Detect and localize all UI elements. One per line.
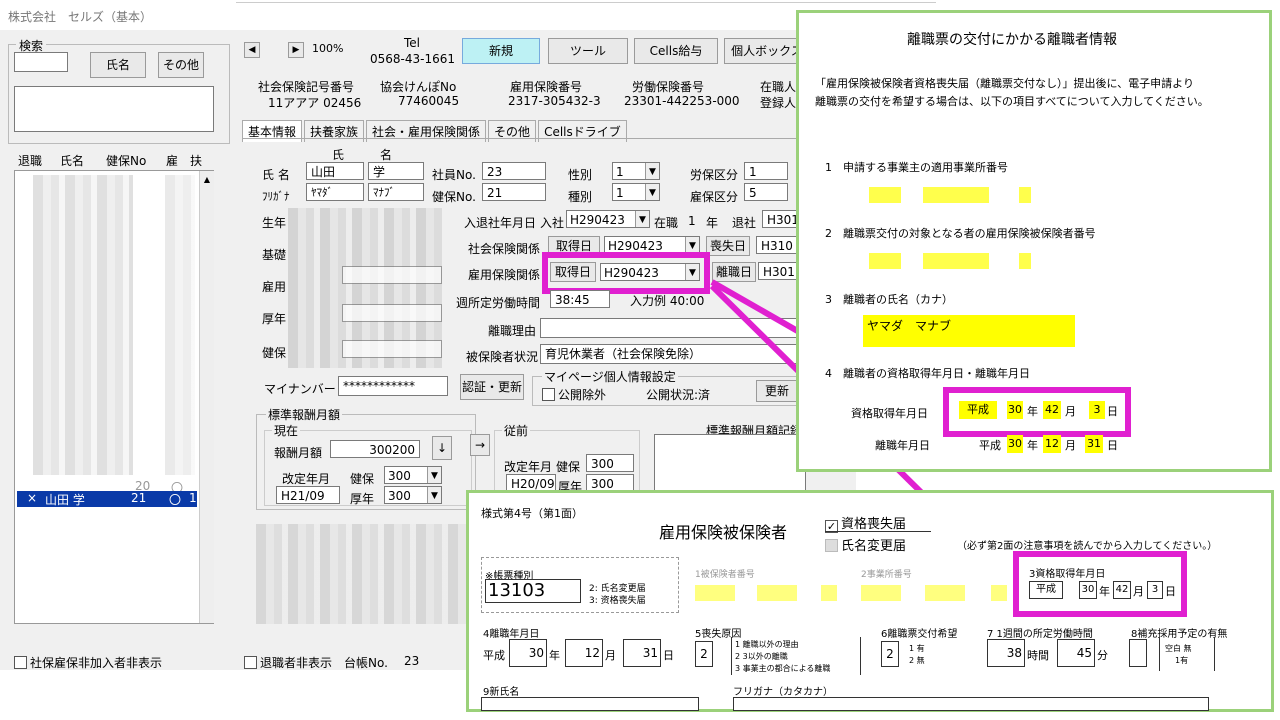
- form-f10-label: フリガナ（カタカナ）: [733, 687, 833, 698]
- form-note: （必ず第2面の注意事項を読んでから入力してください。）: [957, 541, 1218, 552]
- info-rishoku-label: 離職年月日: [875, 439, 930, 452]
- info-intro-2: 離職票の交付を希望する場合は、以下の項目すべてについて入力してください。: [815, 95, 1209, 108]
- info-shutoku-day[interactable]: 3: [1089, 401, 1105, 419]
- info-shutoku-d-suffix: 日: [1107, 405, 1118, 418]
- redacted-field: [991, 585, 1007, 601]
- info-rishoku-era: 平成: [979, 439, 1001, 452]
- form-check-namechange-label: 氏名変更届: [841, 539, 907, 554]
- info-item-3: 3 離職者の氏名（カナ）: [825, 293, 953, 306]
- info-item-1: 1 申請する事業主の適用事業所番号: [825, 161, 1008, 174]
- form-check-soshitsu-label: 資格喪失届: [841, 517, 907, 532]
- form-f4-d-suffix: 日: [663, 649, 674, 662]
- info-shutoku-m-suffix: 月: [1065, 405, 1076, 418]
- form-f2-label: 2事業所番号: [861, 570, 912, 580]
- info-item-4: 4 離職者の資格取得年月日・離職年月日: [825, 367, 1030, 380]
- form-f4-day[interactable]: 31: [623, 639, 661, 667]
- form-f3-y-suffix: 年: [1099, 585, 1110, 598]
- form-f4-month[interactable]: 12: [565, 639, 603, 667]
- form-f4-era: 平成: [483, 649, 505, 662]
- form-f5-input[interactable]: 2: [695, 641, 713, 667]
- info-item-2: 2 離職票交付の対象となる者の雇用保険被保険者番号: [825, 227, 1096, 240]
- form-f5-option-2: 2 3以外の離職: [735, 652, 788, 661]
- redacted-field: [695, 585, 735, 601]
- redacted-field: [1019, 253, 1031, 269]
- redacted-field: [861, 585, 901, 601]
- redacted-field: [925, 585, 965, 601]
- form-f8-input[interactable]: [1129, 639, 1147, 667]
- redacted-field: [821, 585, 837, 601]
- form-f7-hours-suffix: 時間: [1027, 649, 1049, 662]
- form-f7-minutes-suffix: 分: [1097, 649, 1108, 662]
- form-title: 雇用保険被保険者: [659, 523, 788, 542]
- redacted-field: [869, 253, 901, 269]
- form-f5-option-1: 1 離職以外の理由: [735, 640, 799, 649]
- form-f7-minutes[interactable]: 45: [1057, 639, 1095, 667]
- redacted-field: [923, 187, 989, 203]
- redacted-field: [757, 585, 797, 601]
- form-f6-input[interactable]: 2: [881, 641, 899, 667]
- form-f5-option-3: 3 事業主の都合による離職: [735, 664, 831, 673]
- form-check-divider: [825, 531, 931, 532]
- form-check-namechange[interactable]: 氏名変更届: [825, 535, 906, 554]
- form-f6-option-2: 2 無: [909, 656, 925, 665]
- info-rishoku-m-suffix: 月: [1065, 439, 1076, 452]
- chohyo-option-2: 3: 资格喪失届: [589, 596, 646, 606]
- koyo-form-panel: 様式第4号（第1面） 雇用保険被保険者 ✓ 資格喪失届 氏名変更届 （必ず第2面の…: [466, 490, 1274, 712]
- form-f4-label: 4離職年月日: [483, 629, 540, 640]
- form-f3-era[interactable]: 平成: [1029, 581, 1063, 599]
- redacted-field: [1019, 187, 1031, 203]
- info-shutoku-month[interactable]: 42: [1043, 401, 1061, 419]
- form-f3-day[interactable]: 3: [1147, 581, 1163, 599]
- form-f4-m-suffix: 月: [605, 649, 616, 662]
- form-f10-input[interactable]: [733, 697, 1209, 711]
- kana-name-field[interactable]: ヤマダ マナブ: [863, 315, 1075, 347]
- form-f9-label: 9新氏名: [483, 687, 520, 698]
- rishoku-info-panel: 離職票の交付にかかる離職者情報 「雇用保険被保険者資格喪失届（離職票交付なし）」…: [796, 10, 1272, 472]
- info-rishoku-day[interactable]: 31: [1085, 435, 1103, 453]
- chohyo-input[interactable]: 13103: [485, 579, 581, 603]
- info-shutoku-year[interactable]: 30: [1007, 401, 1023, 419]
- form-f3-d-suffix: 日: [1165, 585, 1176, 598]
- info-shutoku-label: 資格取得年月日: [851, 407, 928, 420]
- info-rishoku-y-suffix: 年: [1027, 439, 1038, 452]
- form-f1-label: 1被保険者番号: [695, 570, 755, 580]
- info-shutoku-era[interactable]: 平成: [959, 401, 997, 419]
- redacted-field: [923, 253, 989, 269]
- form-f4-year[interactable]: 30: [509, 639, 547, 667]
- app-window: 株式会社 セルズ（基本） 検索 氏名 その他 退職 氏名 健保No 雇 扶 20…: [0, 0, 1280, 720]
- info-shutoku-y-suffix: 年: [1027, 405, 1038, 418]
- form-f7-hours[interactable]: 38: [987, 639, 1025, 667]
- form-f4-y-suffix: 年: [549, 649, 560, 662]
- form-f6-label: 6離職票交付希望: [881, 629, 958, 640]
- info-rishoku-month[interactable]: 12: [1043, 435, 1061, 453]
- info-rishoku-d-suffix: 日: [1107, 439, 1118, 452]
- info-panel-title: 離職票の交付にかかる離職者情報: [907, 32, 1117, 48]
- form-f3-year[interactable]: 30: [1079, 581, 1097, 599]
- form-f7-label: 7 1週間の所定労働時間: [987, 629, 1093, 640]
- form-f3-m-suffix: 月: [1133, 585, 1144, 598]
- form-check-soshitsu[interactable]: ✓ 資格喪失届: [825, 513, 906, 533]
- redacted-field: [869, 187, 901, 203]
- form-f3-label: 3資格取得年月日: [1029, 569, 1106, 580]
- form-f8-option-2: 1有: [1175, 656, 1189, 665]
- form-f6-option-1: 1 有: [909, 644, 925, 653]
- info-intro-1: 「雇用保険被保険者資格喪失届（離職票交付なし）」提出後に、電子申請より: [815, 77, 1194, 90]
- form-f9-input[interactable]: [481, 697, 699, 711]
- form-f3-month[interactable]: 42: [1113, 581, 1131, 599]
- info-rishoku-year[interactable]: 30: [1007, 435, 1023, 453]
- form-number: 様式第4号（第1面）: [481, 507, 583, 520]
- form-f8-option-1: 空白 無: [1165, 644, 1192, 653]
